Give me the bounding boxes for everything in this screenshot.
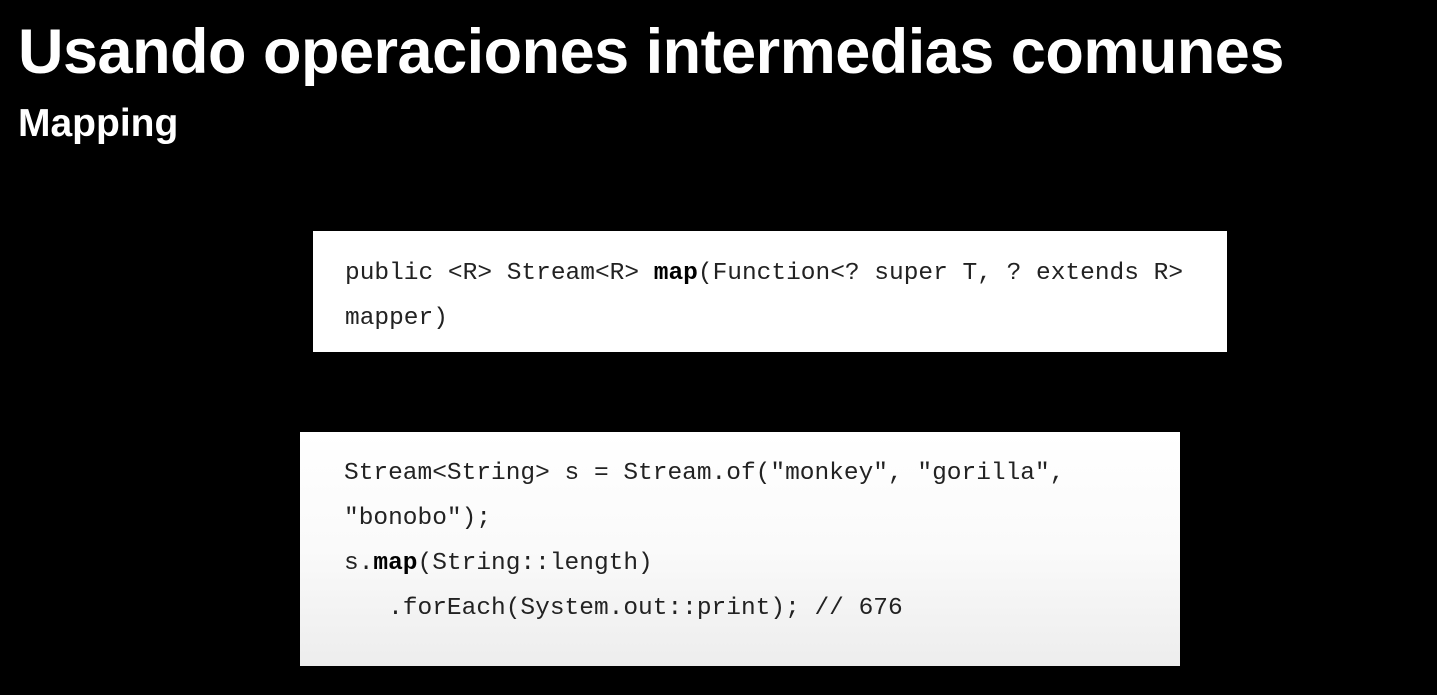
code-block-map-signature: public <R> Stream<R> map(Function<? supe…	[313, 231, 1227, 352]
code-line: mapper)	[345, 304, 1227, 349]
code-text: .forEach(System.out::print); // 676	[344, 595, 903, 622]
slide-title: Usando operaciones intermedias comunes	[18, 17, 1284, 87]
code-text: mapper)	[345, 305, 448, 332]
code-line: s.map(String::length)	[344, 549, 1180, 594]
code-line: public <R> Stream<R> map(Function<? supe…	[345, 259, 1227, 304]
code-text: (Function<? super T, ? extends R>	[697, 260, 1184, 287]
code-text: "bonobo");	[344, 505, 492, 532]
code-line: Stream<String> s = Stream.of("monkey", "…	[344, 459, 1180, 504]
code-text: s.	[344, 550, 374, 577]
code-keyword-map: map	[653, 260, 698, 287]
code-text: (String::length)	[417, 550, 653, 577]
code-line: .forEach(System.out::print); // 676	[344, 594, 1180, 639]
code-keyword-map: map	[373, 550, 418, 577]
slide-subtitle: Mapping	[18, 102, 179, 145]
code-block-map-example: Stream<String> s = Stream.of("monkey", "…	[300, 432, 1180, 666]
code-text: Stream<String> s = Stream.of("monkey", "…	[344, 460, 1065, 487]
code-text: public <R> Stream<R>	[345, 260, 654, 287]
code-line: "bonobo");	[344, 504, 1180, 549]
